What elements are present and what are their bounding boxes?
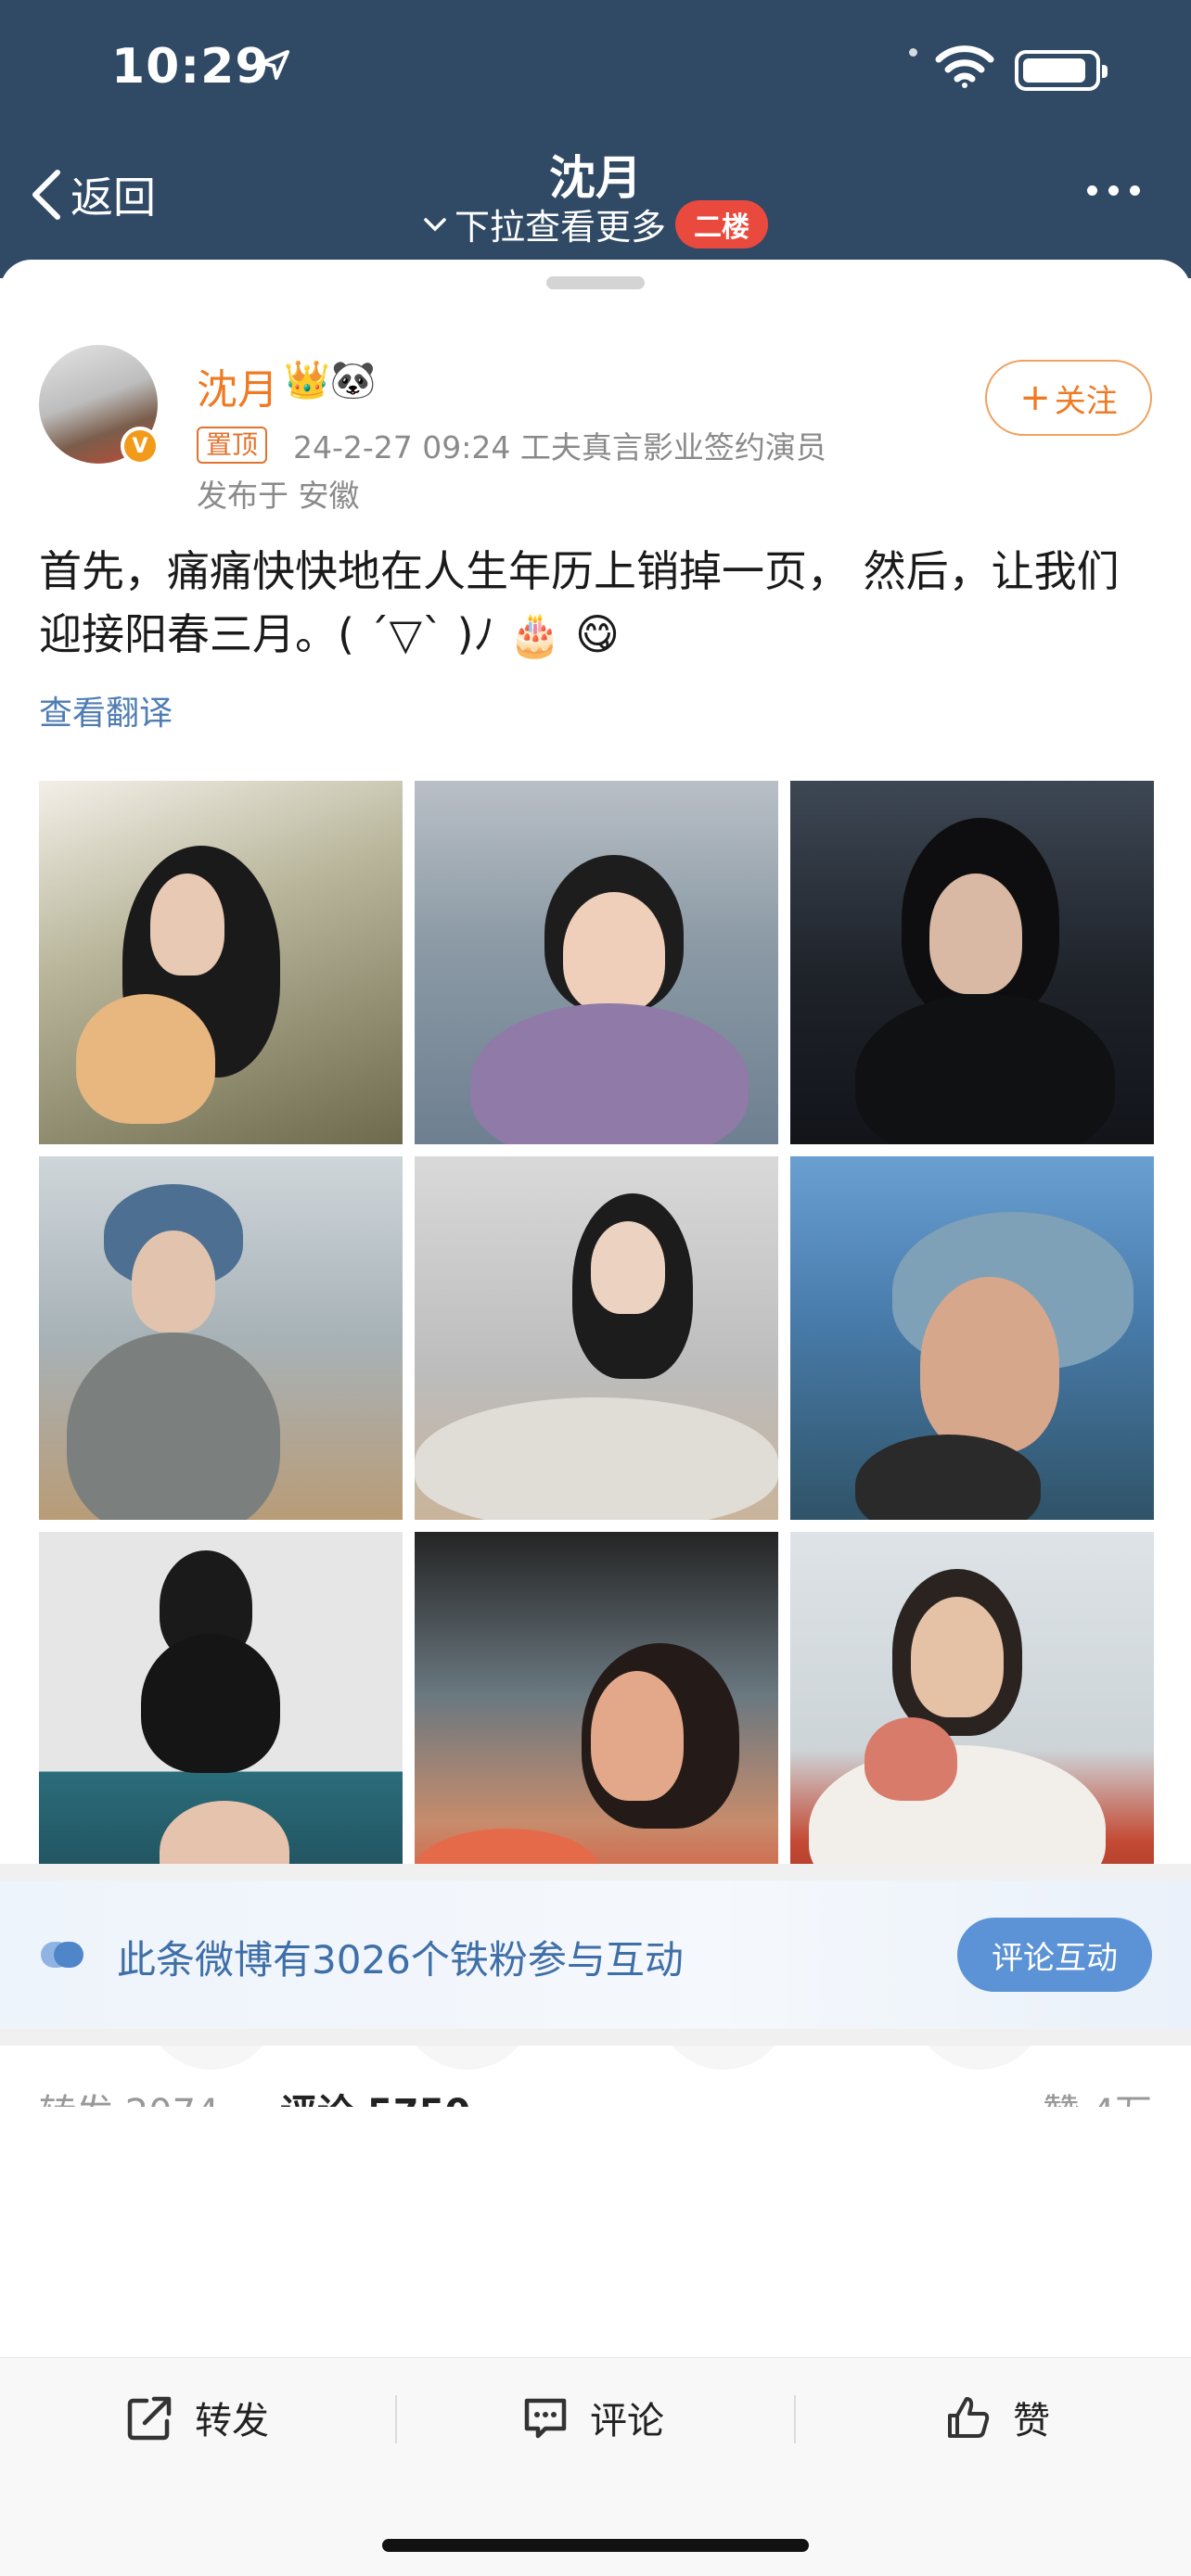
- tab-like-count[interactable]: 赞 4万: [1043, 2083, 1152, 2107]
- status-indicator-dot: [909, 48, 917, 57]
- photo-figure: [141, 1634, 280, 1773]
- follow-label: 关注: [1054, 382, 1118, 420]
- floor-badge: 二楼: [675, 199, 768, 249]
- photo-grid: [39, 781, 1155, 1895]
- photo-1[interactable]: [39, 781, 403, 1144]
- photo-5[interactable]: [415, 1156, 778, 1520]
- post-meta: 24-2-27 09:24 工夫真言影业签约演员: [293, 429, 826, 465]
- photo-figure: [929, 874, 1022, 994]
- plus-icon: +: [1019, 376, 1051, 419]
- photo-figure: [415, 1397, 778, 1520]
- photo-figure: [563, 892, 665, 1013]
- photo-figure: [132, 1231, 215, 1333]
- action-separator: [395, 2395, 397, 2443]
- comment-icon: [524, 2398, 567, 2439]
- fan-interaction-text: 此条微博有3026个铁粉参与互动: [117, 1937, 684, 1983]
- post-location: 发布于 安徽: [197, 478, 360, 514]
- comment-interact-button[interactable]: 评论互动: [957, 1918, 1152, 1992]
- chevron-down-icon: [424, 217, 446, 231]
- pull-down-hint[interactable]: 下拉查看更多 二楼: [0, 198, 1191, 249]
- fan-badge-icon: [41, 1942, 83, 1968]
- photo-2[interactable]: [415, 781, 778, 1144]
- post-stats-tabs: 转发 2074 评论 5750 赞 4万: [39, 2075, 1152, 2107]
- forward-icon: [127, 2396, 172, 2441]
- section-divider: [0, 2029, 1191, 2046]
- photo-figure: [150, 874, 224, 976]
- location-arrow-icon: [260, 50, 289, 80]
- comment-button[interactable]: 评论: [521, 2388, 664, 2447]
- forward-label: 转发: [195, 2400, 269, 2442]
- top-bar: 10:29 返回 沈月 下拉查看更多 二楼: [0, 0, 1191, 278]
- fan-interaction-banner[interactable]: 此条微博有3026个铁粉参与互动 评论互动: [0, 1881, 1191, 2029]
- photo-3[interactable]: [790, 781, 1154, 1144]
- action-separator: [794, 2395, 796, 2443]
- photo-8[interactable]: [415, 1532, 778, 1895]
- photo-figure: [911, 1597, 1004, 1717]
- photo-7[interactable]: [39, 1532, 403, 1895]
- author-name[interactable]: 沈月: [197, 356, 278, 415]
- home-indicator[interactable]: [382, 2539, 809, 2552]
- pinned-badge: 置顶: [197, 427, 268, 464]
- tab-comment-count[interactable]: 评论 5750: [280, 2083, 470, 2107]
- follow-button[interactable]: + 关注: [985, 360, 1152, 436]
- like-button[interactable]: 赞: [944, 2388, 1050, 2447]
- pull-down-label: 下拉查看更多: [454, 207, 666, 248]
- like-label: 赞: [1013, 2400, 1050, 2442]
- status-time: 10:29: [111, 39, 270, 95]
- wifi-icon: [935, 45, 994, 88]
- thumbs-up-icon: [948, 2397, 990, 2438]
- photo-figure: [864, 1717, 957, 1801]
- battery-icon: [1015, 50, 1108, 91]
- translate-link[interactable]: 查看翻译: [39, 686, 173, 734]
- more-dot-icon: [1108, 185, 1119, 196]
- author-emoji-badges: 👑🐼: [284, 359, 377, 402]
- photo-figure: [76, 994, 215, 1124]
- post-text: 首先，痛痛快快地在人生年历上销掉一页， 然后，让我们迎接阳春三月。( ´▽` )…: [39, 546, 1120, 659]
- photo-4[interactable]: [39, 1156, 403, 1520]
- photo-figure: [855, 994, 1115, 1144]
- more-options-button[interactable]: [1087, 185, 1140, 196]
- post-sheet: V 沈月 👑🐼 置顶 24-2-27 09:24 工夫真言影业签约演员 发布于 …: [0, 260, 1191, 2576]
- section-divider: [0, 1864, 1191, 1881]
- more-dot-icon: [1130, 185, 1140, 196]
- photo-figure: [591, 1221, 665, 1314]
- photo-9[interactable]: [790, 1532, 1154, 1895]
- photo-figure: [591, 1671, 684, 1801]
- more-dot-icon: [1087, 185, 1097, 196]
- photo-figure: [920, 1277, 1059, 1453]
- tab-forward-count[interactable]: 转发 2074: [39, 2083, 220, 2107]
- photo-figure: [67, 1333, 280, 1520]
- comment-label: 评论: [590, 2400, 664, 2442]
- sheet-grabber[interactable]: [546, 276, 645, 289]
- photo-6[interactable]: [790, 1156, 1154, 1520]
- forward-button[interactable]: 转发: [126, 2388, 269, 2447]
- photo-figure: [470, 1003, 749, 1144]
- verified-badge: V: [121, 427, 160, 465]
